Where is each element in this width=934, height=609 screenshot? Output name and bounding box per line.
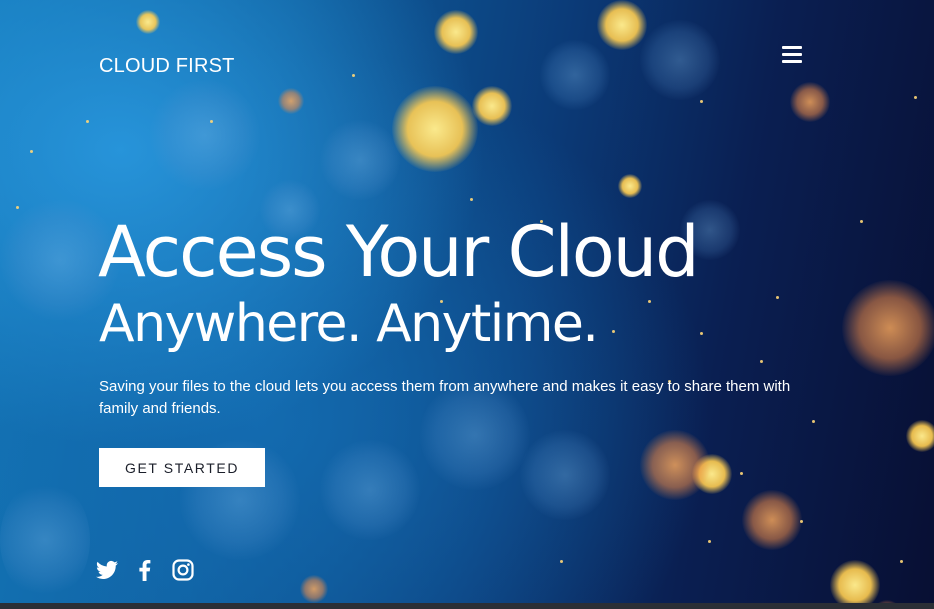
social-links (95, 558, 195, 582)
hero-subheadline: Anywhere. Anytime. (99, 294, 599, 354)
brand-logo[interactable]: CLOUD FIRST (99, 55, 235, 78)
hero-headline: Access Your Cloud (98, 211, 700, 293)
facebook-icon[interactable] (133, 558, 157, 582)
hero-description: Saving your files to the cloud lets you … (99, 378, 791, 417)
instagram-icon[interactable] (171, 558, 195, 582)
hamburger-menu-icon[interactable] (782, 46, 802, 63)
hero-section: CLOUD FIRST Access Your Cloud Anywhere. … (0, 0, 934, 603)
twitter-icon[interactable] (95, 558, 119, 582)
get-started-button[interactable]: GET STARTED (99, 448, 265, 487)
bottom-border (0, 603, 934, 609)
